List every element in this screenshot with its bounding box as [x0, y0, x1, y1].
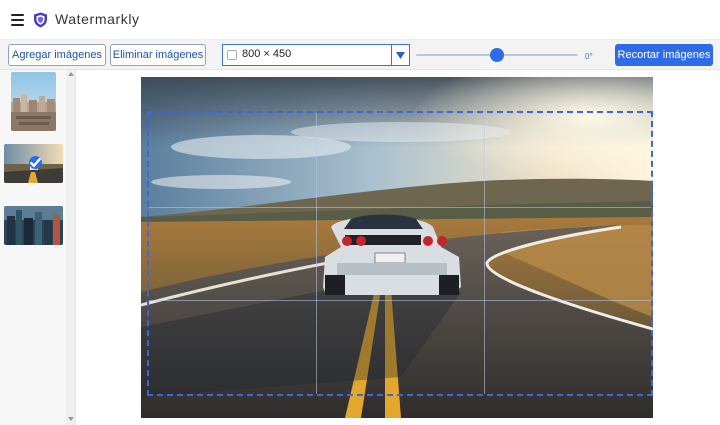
scroll-up-icon[interactable]: [68, 72, 74, 76]
grid-line: [483, 113, 485, 394]
toolbar: Agregar imágenes Eliminar imágenes 800 ×…: [0, 40, 720, 70]
crop-images-button[interactable]: Recortar imágenes: [615, 44, 713, 66]
scroll-down-icon[interactable]: [68, 417, 74, 421]
thumbnail-road-car[interactable]: [4, 144, 63, 183]
aspect-checkbox[interactable]: [227, 50, 237, 60]
crop-selection-box[interactable]: [147, 111, 653, 396]
dropdown-arrow-icon[interactable]: [391, 45, 409, 65]
grid-line: [316, 113, 318, 394]
rotation-angle-label: 0°: [585, 52, 593, 61]
thumbnail-sidebar: [0, 70, 76, 425]
sidebar-scrollbar[interactable]: [66, 70, 75, 425]
grid-line: [149, 206, 651, 208]
crop-size-value: 800 × 450: [242, 48, 292, 60]
selected-check-icon: [29, 156, 42, 169]
slider-thumb[interactable]: [490, 48, 504, 62]
image-canvas[interactable]: [141, 77, 653, 418]
crop-size-select[interactable]: 800 × 450: [222, 44, 410, 66]
grid-line: [149, 300, 651, 302]
remove-images-button[interactable]: Eliminar imágenes: [110, 44, 206, 66]
hamburger-menu-icon[interactable]: [11, 14, 24, 26]
shield-logo-icon: [34, 12, 47, 28]
thumbnail-city[interactable]: [11, 72, 56, 131]
thumbnail-skyline[interactable]: [4, 206, 63, 245]
add-images-button[interactable]: Agregar imágenes: [8, 44, 106, 66]
rotation-slider[interactable]: [416, 48, 578, 62]
title-bar: Watermarkly: [0, 0, 720, 40]
app-title: Watermarkly: [55, 11, 140, 27]
